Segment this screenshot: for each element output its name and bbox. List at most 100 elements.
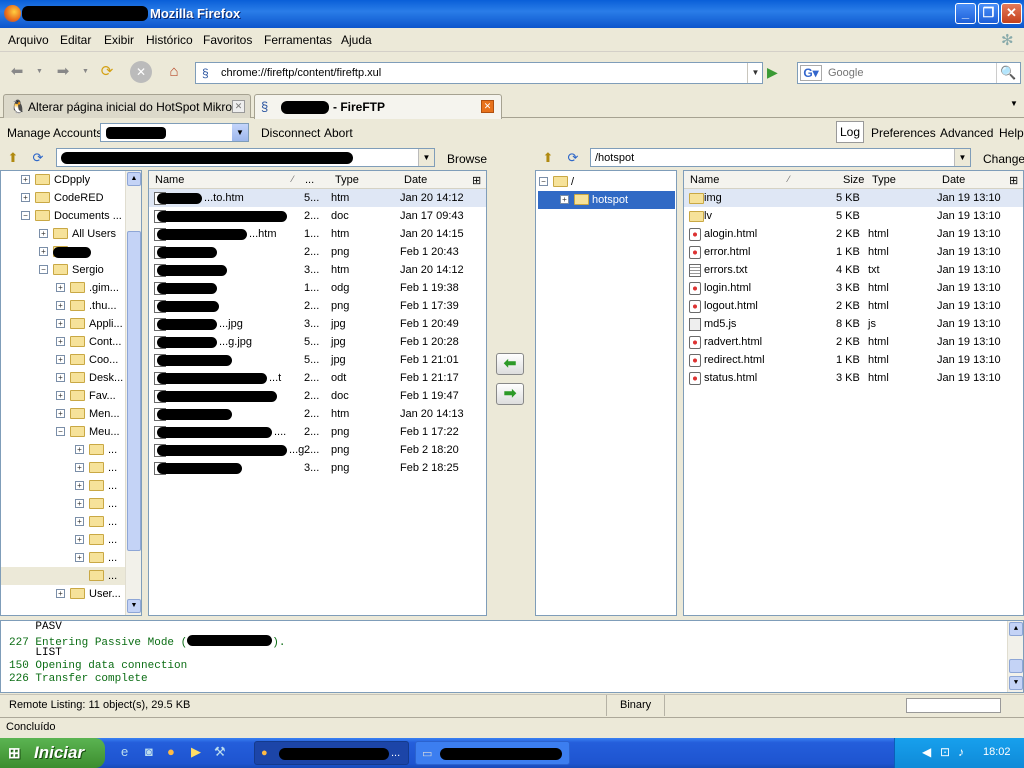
transfer-mode[interactable]: Binary <box>620 699 651 711</box>
scroll-down-icon[interactable]: ▼ <box>127 599 141 613</box>
url-bar[interactable]: § chrome://fireftp/content/fireftp.xul ▼ <box>195 62 763 84</box>
go-button[interactable]: ▶ <box>767 64 778 81</box>
tool-icon[interactable]: ⚒ <box>214 744 226 760</box>
local-file-list[interactable]: Name ⁄ ... Type Date ⊞ ...to.htm 5... htm J… <box>148 170 487 616</box>
reload-icon[interactable]: ⟳ <box>96 61 118 83</box>
tree-node[interactable]: + All Users <box>1 225 125 243</box>
chevron-down-icon[interactable]: ▼ <box>232 124 248 141</box>
tree-expand-icon[interactable]: + <box>56 355 65 364</box>
tab-list-icon[interactable]: ▼ <box>1010 99 1018 108</box>
tree-expand-icon[interactable]: + <box>75 463 84 472</box>
file-row[interactable]: errors.txt 4 KB txt Jan 19 13:10 <box>684 261 1023 279</box>
file-row[interactable]: radvert.html 2 KB html Jan 19 13:10 <box>684 333 1023 351</box>
media-icon[interactable]: ▶ <box>191 744 201 760</box>
local-folder-tree[interactable]: + CDpply + CodeRED − Documents ... + All Users +… <box>0 170 142 616</box>
firefox-quicklaunch-icon[interactable]: ● <box>167 744 175 759</box>
forward-icon[interactable]: ➡ <box>52 61 74 83</box>
tree-node[interactable]: − Sergio <box>1 261 125 279</box>
tree-expand-icon[interactable]: + <box>56 391 65 400</box>
tree-node[interactable]: + Coo... <box>1 351 125 369</box>
file-row[interactable]: md5.js 8 KB js Jan 19 13:10 <box>684 315 1023 333</box>
refresh-icon[interactable]: ⟳ <box>29 149 47 167</box>
file-row[interactable]: 2... doc Jan 17 09:43 <box>149 207 486 225</box>
tree-expand-icon[interactable]: − <box>21 211 30 220</box>
file-row[interactable]: 2... png Feb 1 20:43 <box>149 243 486 261</box>
quicklaunch-icon[interactable]: ◙ <box>145 744 153 759</box>
tree-expand-icon[interactable]: + <box>75 499 84 508</box>
tree-expand-icon[interactable]: + <box>75 535 84 544</box>
file-row[interactable]: 3... png Feb 2 18:25 <box>149 459 486 477</box>
stop-icon[interactable]: ✕ <box>130 61 152 83</box>
tree-node[interactable]: + <box>1 243 125 261</box>
chevron-down-icon[interactable]: ▼ <box>954 149 970 166</box>
column-picker-icon[interactable]: ⊞ <box>472 174 481 187</box>
file-row[interactable]: alogin.html 2 KB html Jan 19 13:10 <box>684 225 1023 243</box>
col-name[interactable]: Name <box>155 174 184 186</box>
col-type[interactable]: Type <box>335 174 359 186</box>
file-row[interactable]: ...g.jpg 5... jpg Feb 1 20:28 <box>149 333 486 351</box>
tree-node[interactable]: +... <box>1 549 125 567</box>
tree-node[interactable]: + .thu... <box>1 297 125 315</box>
manage-accounts-link[interactable]: Manage Accounts <box>7 126 102 140</box>
remote-path-input[interactable]: /hotspot ▼ <box>590 148 971 167</box>
tree-expand-icon[interactable]: + <box>75 445 84 454</box>
scroll-thumb[interactable] <box>127 231 141 551</box>
menu-historico[interactable]: Histórico <box>146 33 193 47</box>
tree-node[interactable]: + CDpply <box>1 171 125 189</box>
col-type[interactable]: Type <box>872 174 896 186</box>
ie-icon[interactable]: e <box>121 744 128 759</box>
tree-node[interactable]: +... <box>1 477 125 495</box>
google-engine-icon[interactable]: G▾ <box>800 65 822 81</box>
preferences-link[interactable]: Preferences <box>871 126 936 140</box>
tree-node[interactable]: +... <box>1 441 125 459</box>
network-icon[interactable]: ⊡ <box>940 745 950 759</box>
col-date[interactable]: Date <box>942 174 965 186</box>
search-box[interactable]: G▾ 🔍 <box>797 62 1021 84</box>
tree-expand-icon[interactable]: + <box>75 481 84 490</box>
search-input[interactable] <box>828 66 988 80</box>
tree-node[interactable]: +... <box>1 495 125 513</box>
tree-expand-icon[interactable]: + <box>56 319 65 328</box>
menu-arquivo[interactable]: Arquivo <box>8 33 49 47</box>
tree-node[interactable]: − Documents ... <box>1 207 125 225</box>
file-row[interactable]: login.html 3 KB html Jan 19 13:10 <box>684 279 1023 297</box>
file-row[interactable]: ...t 2... odt Feb 1 21:17 <box>149 369 486 387</box>
tree-expand-icon[interactable]: + <box>75 517 84 526</box>
tree-node[interactable]: + User... <box>1 585 125 603</box>
ftp-log[interactable]: PASV 227 Entering Passive Mode (). LIST … <box>0 620 1024 693</box>
menu-favoritos[interactable]: Favoritos <box>203 33 252 47</box>
volume-icon[interactable]: ♪ <box>958 745 964 759</box>
tree-expand-icon[interactable]: + <box>21 175 30 184</box>
tree-expand-icon[interactable]: + <box>56 283 65 292</box>
file-row[interactable]: 2... png Feb 1 17:39 <box>149 297 486 315</box>
taskbar-item-firefox[interactable]: ● ... <box>254 741 409 765</box>
search-icon[interactable]: 🔍 <box>996 63 1020 83</box>
download-arrow-button[interactable]: ⬅ <box>496 353 524 375</box>
minimize-button[interactable]: _ <box>955 3 976 24</box>
forward-dropdown-icon[interactable]: ▼ <box>82 68 89 75</box>
menu-exibir[interactable]: Exibir <box>104 33 134 47</box>
col-size[interactable]: Size <box>843 174 864 186</box>
file-row[interactable]: ...jpg 3... jpg Feb 1 20:49 <box>149 315 486 333</box>
file-row[interactable]: logout.html 2 KB html Jan 19 13:10 <box>684 297 1023 315</box>
menu-editar[interactable]: Editar <box>60 33 91 47</box>
back-icon[interactable]: ⬅ <box>6 61 28 83</box>
tab-hotspot[interactable]: 🐧 Alterar página inicial do HotSpot Mikr… <box>3 94 251 118</box>
file-row[interactable]: ...g 2... png Feb 2 18:20 <box>149 441 486 459</box>
col-date[interactable]: Date <box>404 174 427 186</box>
file-row[interactable]: ...to.htm 5... htm Jan 20 14:12 <box>149 189 486 207</box>
tray-collapse-icon[interactable]: ◀ <box>922 745 931 759</box>
tree-expand-icon[interactable]: − <box>539 177 548 186</box>
tree-node[interactable]: + .gim... <box>1 279 125 297</box>
tree-node[interactable]: − Meu... <box>1 423 125 441</box>
tree-expand-icon[interactable]: + <box>39 229 48 238</box>
tree-expand-icon[interactable]: − <box>39 265 48 274</box>
column-picker-icon[interactable]: ⊞ <box>1009 174 1018 187</box>
col-name[interactable]: Name <box>690 174 719 186</box>
change-button[interactable]: Change <box>983 152 1024 166</box>
tree-expand-icon[interactable]: + <box>560 195 569 204</box>
tree-node[interactable]: ... <box>1 567 125 585</box>
home-icon[interactable]: ⌂ <box>163 61 185 83</box>
scroll-up-icon[interactable]: ▲ <box>127 172 141 186</box>
start-button[interactable]: ⊞ Iniciar <box>0 738 105 768</box>
